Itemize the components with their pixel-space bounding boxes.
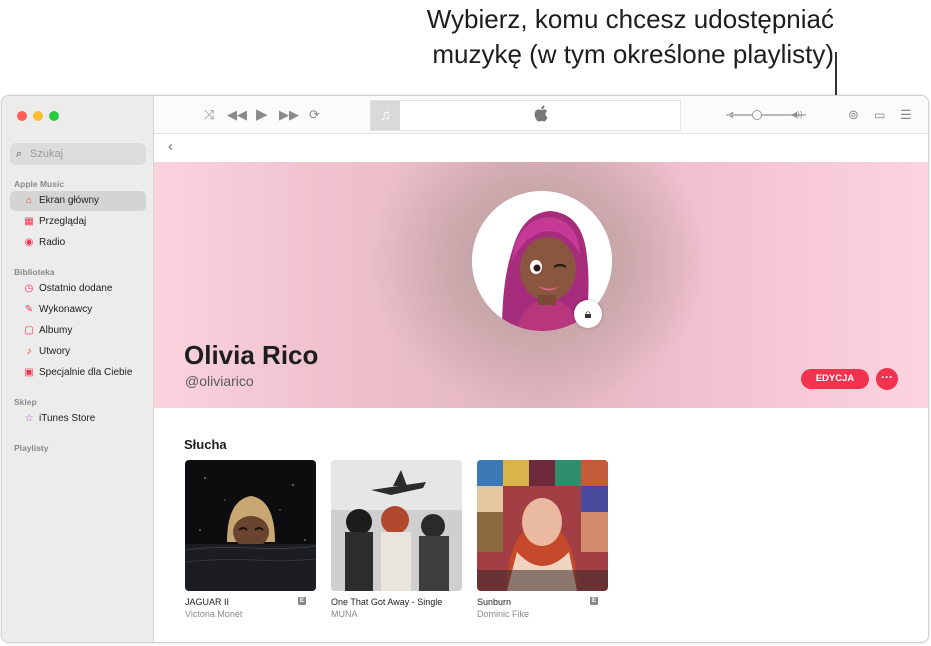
search-icon: ⌕: [16, 148, 23, 160]
sidebar-item-itunes-store[interactable]: ☆ iTunes Store: [10, 409, 146, 429]
music-window: ⌕ Szukaj Apple Music ⌂ Ekran główny ▦ Pr…: [1, 95, 929, 643]
sidebar-item-home[interactable]: ⌂ Ekran główny: [10, 191, 146, 211]
sidebar-item-browse[interactable]: ▦ Przeglądaj: [10, 212, 146, 232]
sidebar-item-albums[interactable]: ▢ Albumy: [10, 321, 146, 341]
sidebar-item-label: Utwory: [39, 346, 71, 357]
home-icon: ⌂: [25, 195, 33, 206]
profile-name: Olivia Rico: [184, 340, 319, 370]
album-cover[interactable]: [331, 460, 462, 591]
clock-icon: ◷: [24, 283, 34, 294]
section-library: Biblioteka: [14, 267, 55, 277]
queue-list-icon[interactable]: ☰: [900, 96, 912, 134]
play-icon[interactable]: ▶: [256, 96, 268, 134]
sidebar: ⌕ Szukaj Apple Music ⌂ Ekran główny ▦ Pr…: [2, 96, 154, 642]
lyrics-icon[interactable]: ▭: [874, 96, 885, 134]
album-card[interactable]: Sunburn E Dominic Fike: [477, 460, 608, 619]
album-artist: Dominic Fike: [477, 609, 530, 619]
person-icon: ▣: [24, 367, 34, 378]
sidebar-item-label: Ostatnio dodane: [39, 283, 113, 294]
callout-line-1: Wybierz, komu chcesz udostępniać: [426, 4, 834, 34]
volume-high-icon: ◀)): [791, 110, 803, 119]
lock-icon: 🔒︎: [574, 300, 602, 328]
next-icon[interactable]: ▶▶: [279, 96, 299, 134]
sidebar-item-label: iTunes Store: [39, 413, 96, 424]
sidebar-item-label: Ekran główny: [39, 195, 100, 206]
album-cover[interactable]: [477, 460, 608, 591]
profile-header: 🔒︎ Olivia Rico @oliviarico EDYCJA ···: [154, 162, 928, 408]
callout-line-2: muzykę (w tym określone playlisty): [432, 39, 834, 69]
playback-toolbar: ⤨ ◀◀ ▶ ▶▶ ⟳ ♫ ◀ ◀)) ⊚ ▭ ☰: [154, 96, 928, 134]
section-playlists: Playlisty: [14, 443, 49, 453]
close-button[interactable]: [17, 111, 27, 121]
sidebar-item-made-for-you[interactable]: ▣ Specjalnie dla Ciebie: [10, 363, 146, 383]
music-note-icon: ♫: [371, 101, 400, 130]
volume-knob[interactable]: [752, 110, 762, 120]
album-title: One That Got Away - Single: [331, 597, 443, 607]
grid-icon: ▦: [24, 216, 34, 227]
more-options-button[interactable]: ···: [876, 368, 898, 390]
listening-section-title: Słucha: [184, 437, 227, 452]
airplay-icon[interactable]: ⊚: [848, 96, 859, 134]
radio-icon: ◉: [24, 237, 34, 248]
back-chevron-icon[interactable]: ‹: [168, 138, 173, 155]
sidebar-item-radio[interactable]: ◉ Radio: [10, 233, 146, 253]
star-icon: ☆: [24, 413, 34, 424]
navigation-bar: ‹: [154, 134, 928, 162]
sidebar-item-label: Przeglądaj: [39, 216, 87, 227]
repeat-icon[interactable]: ⟳: [309, 96, 320, 134]
explicit-badge: E: [590, 597, 598, 605]
shuffle-icon[interactable]: ⤨: [204, 96, 214, 134]
microphone-icon: ✎: [24, 304, 34, 315]
section-apple-music: Apple Music: [14, 179, 65, 189]
sidebar-item-label: Specjalnie dla Ciebie: [39, 367, 133, 378]
zoom-button[interactable]: [49, 111, 59, 121]
sidebar-item-label: Radio: [39, 237, 66, 248]
now-playing-display: ♫: [370, 100, 681, 131]
search-placeholder: Szukaj: [30, 148, 64, 160]
sidebar-item-label: Wykonawcy: [39, 304, 93, 315]
album-card[interactable]: JAGUAR II E Victoria Monét: [185, 460, 316, 619]
album-card[interactable]: One That Got Away - Single MUNA: [331, 460, 462, 619]
note-icon: ♪: [26, 346, 32, 357]
album-artist: Victoria Monét: [185, 609, 243, 619]
album-icon: ▢: [24, 325, 34, 336]
minimize-button[interactable]: [33, 111, 43, 121]
profile-handle: @oliviarico: [185, 373, 254, 389]
album-title: Sunburn E: [477, 597, 598, 607]
main-content: ⤨ ◀◀ ▶ ▶▶ ⟳ ♫ ◀ ◀)) ⊚ ▭ ☰ ‹: [154, 96, 928, 642]
sidebar-item-artists[interactable]: ✎ Wykonawcy: [10, 300, 146, 320]
apple-logo-icon: [531, 105, 551, 125]
album-title: JAGUAR II E: [185, 597, 306, 607]
explicit-badge: E: [298, 597, 306, 605]
album-cover[interactable]: [185, 460, 316, 591]
edit-profile-button[interactable]: EDYCJA: [801, 369, 869, 389]
section-store: Sklep: [14, 397, 37, 407]
search-input[interactable]: ⌕ Szukaj: [10, 143, 146, 165]
window-controls: [17, 111, 59, 121]
previous-icon[interactable]: ◀◀: [227, 96, 247, 134]
sidebar-item-recently-added[interactable]: ◷ Ostatnio dodane: [10, 279, 146, 299]
sidebar-item-songs[interactable]: ♪ Utwory: [10, 342, 146, 362]
callout-text: Wybierz, komu chcesz udostępniać muzykę …: [300, 2, 834, 72]
album-artist: MUNA: [331, 609, 358, 619]
sidebar-item-label: Albumy: [39, 325, 73, 336]
